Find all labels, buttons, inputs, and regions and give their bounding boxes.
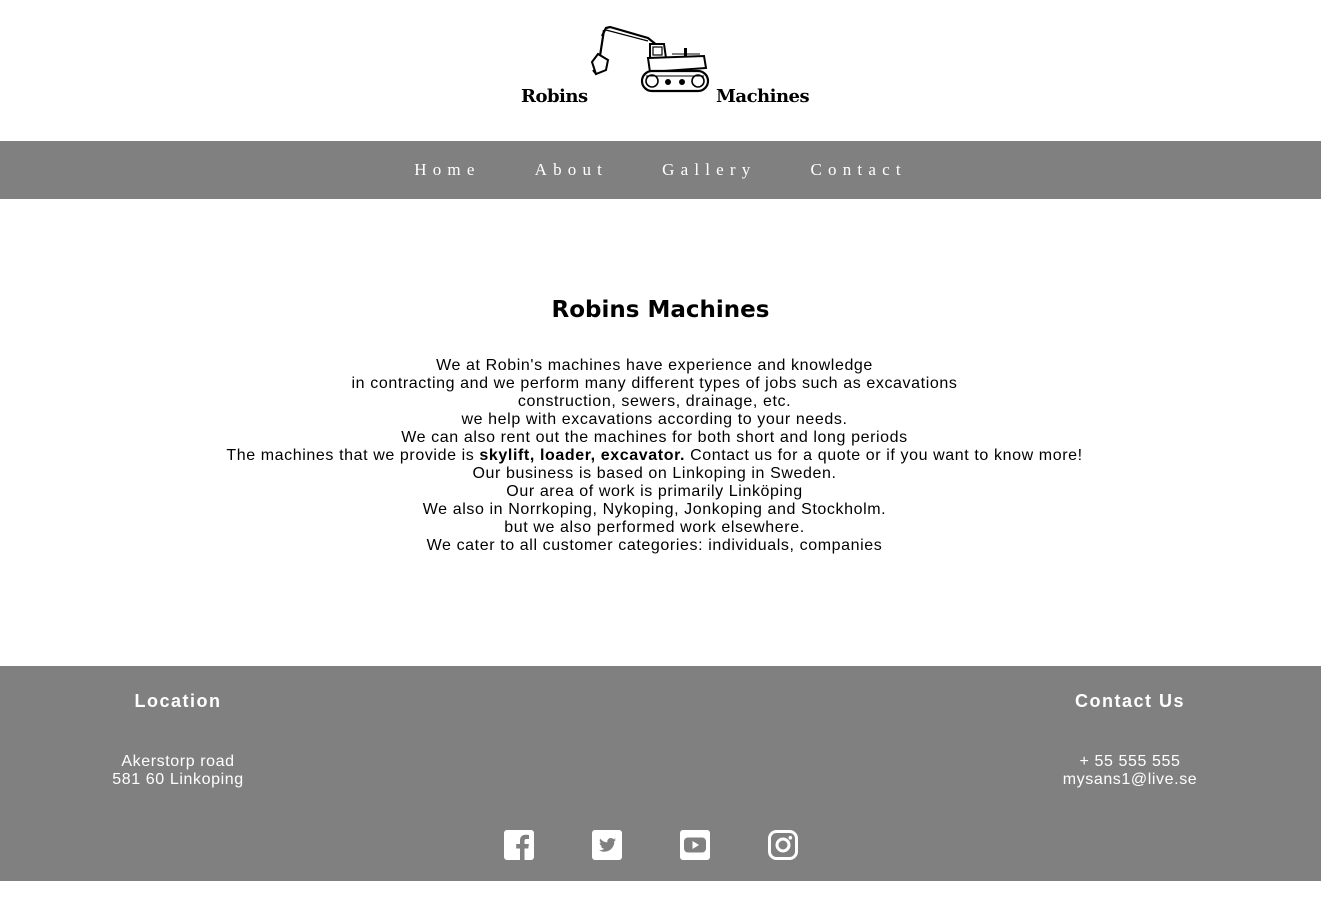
address-line-2: 581 60 Linkoping — [112, 771, 244, 788]
nav-item-gallery[interactable]: Gallery — [635, 160, 783, 180]
location-heading: Location — [134, 691, 222, 711]
nav-item-about[interactable]: About — [508, 160, 636, 180]
main-nav: Home About Gallery Contact — [0, 141, 1321, 199]
location-section: Location Akerstorp road 581 60 Linkoping — [48, 691, 308, 789]
email-link[interactable]: mysans1@live.se — [1000, 771, 1260, 789]
machines-line-suffix: Contact us for a quote or if you want to… — [685, 447, 1083, 464]
site-logo[interactable]: Robins Machines — [518, 24, 810, 112]
intro-text: We at Robin's machines have experience a… — [0, 357, 1309, 555]
facebook-icon[interactable] — [504, 830, 534, 860]
phone-number[interactable]: + 55 555 555 — [1000, 753, 1260, 771]
page-bottom-spacer — [0, 881, 1321, 903]
excavator-icon — [590, 25, 710, 93]
intro-line: We cater to all customer categories: ind… — [426, 537, 883, 554]
logo-word-left: Robins — [521, 86, 588, 107]
nav-list: Home About Gallery Contact — [0, 141, 1321, 199]
intro-line: We can also rent out the machines for bo… — [401, 429, 908, 446]
intro-line: but we also performed work elsewhere. — [504, 519, 805, 536]
intro-line: Our area of work is primarily Linköping — [506, 483, 803, 500]
machines-list: skylift, loader, excavator. — [479, 447, 686, 464]
intro-line: we help with excavations according to yo… — [461, 411, 848, 428]
twitter-icon[interactable] — [592, 830, 622, 860]
machines-line-prefix: The machines that we provide is — [226, 447, 480, 464]
social-links — [0, 830, 1321, 862]
contact-heading: Contact Us — [1074, 691, 1185, 711]
machines-line: The machines that we provide is skylift,… — [0, 447, 1309, 465]
intro-line: Our business is based on Linkoping in Sw… — [472, 465, 837, 482]
youtube-icon[interactable] — [680, 830, 710, 860]
intro-line: in contracting and we perform many diffe… — [351, 375, 958, 392]
nav-item-home[interactable]: Home — [387, 160, 507, 180]
site-footer: Location Akerstorp road 581 60 Linkoping… — [0, 666, 1321, 881]
intro-line: construction, sewers, drainage, etc. — [517, 393, 792, 410]
instagram-icon[interactable] — [768, 830, 798, 860]
intro-line: We also in Norrkoping, Nykoping, Jonkopi… — [422, 501, 887, 518]
logo-word-right: Machines — [716, 86, 810, 107]
intro-line: We at Robin's machines have experience a… — [436, 357, 873, 374]
main-content: Robins Machines We at Robin's machines h… — [0, 199, 1321, 666]
address-line-1: Akerstorp road — [121, 753, 235, 770]
contact-section: Contact Us + 55 555 555 mysans1@live.se — [1000, 691, 1260, 789]
nav-item-contact[interactable]: Contact — [783, 160, 933, 180]
header: Robins Machines — [0, 0, 1321, 141]
page-title: Robins Machines — [551, 297, 770, 323]
